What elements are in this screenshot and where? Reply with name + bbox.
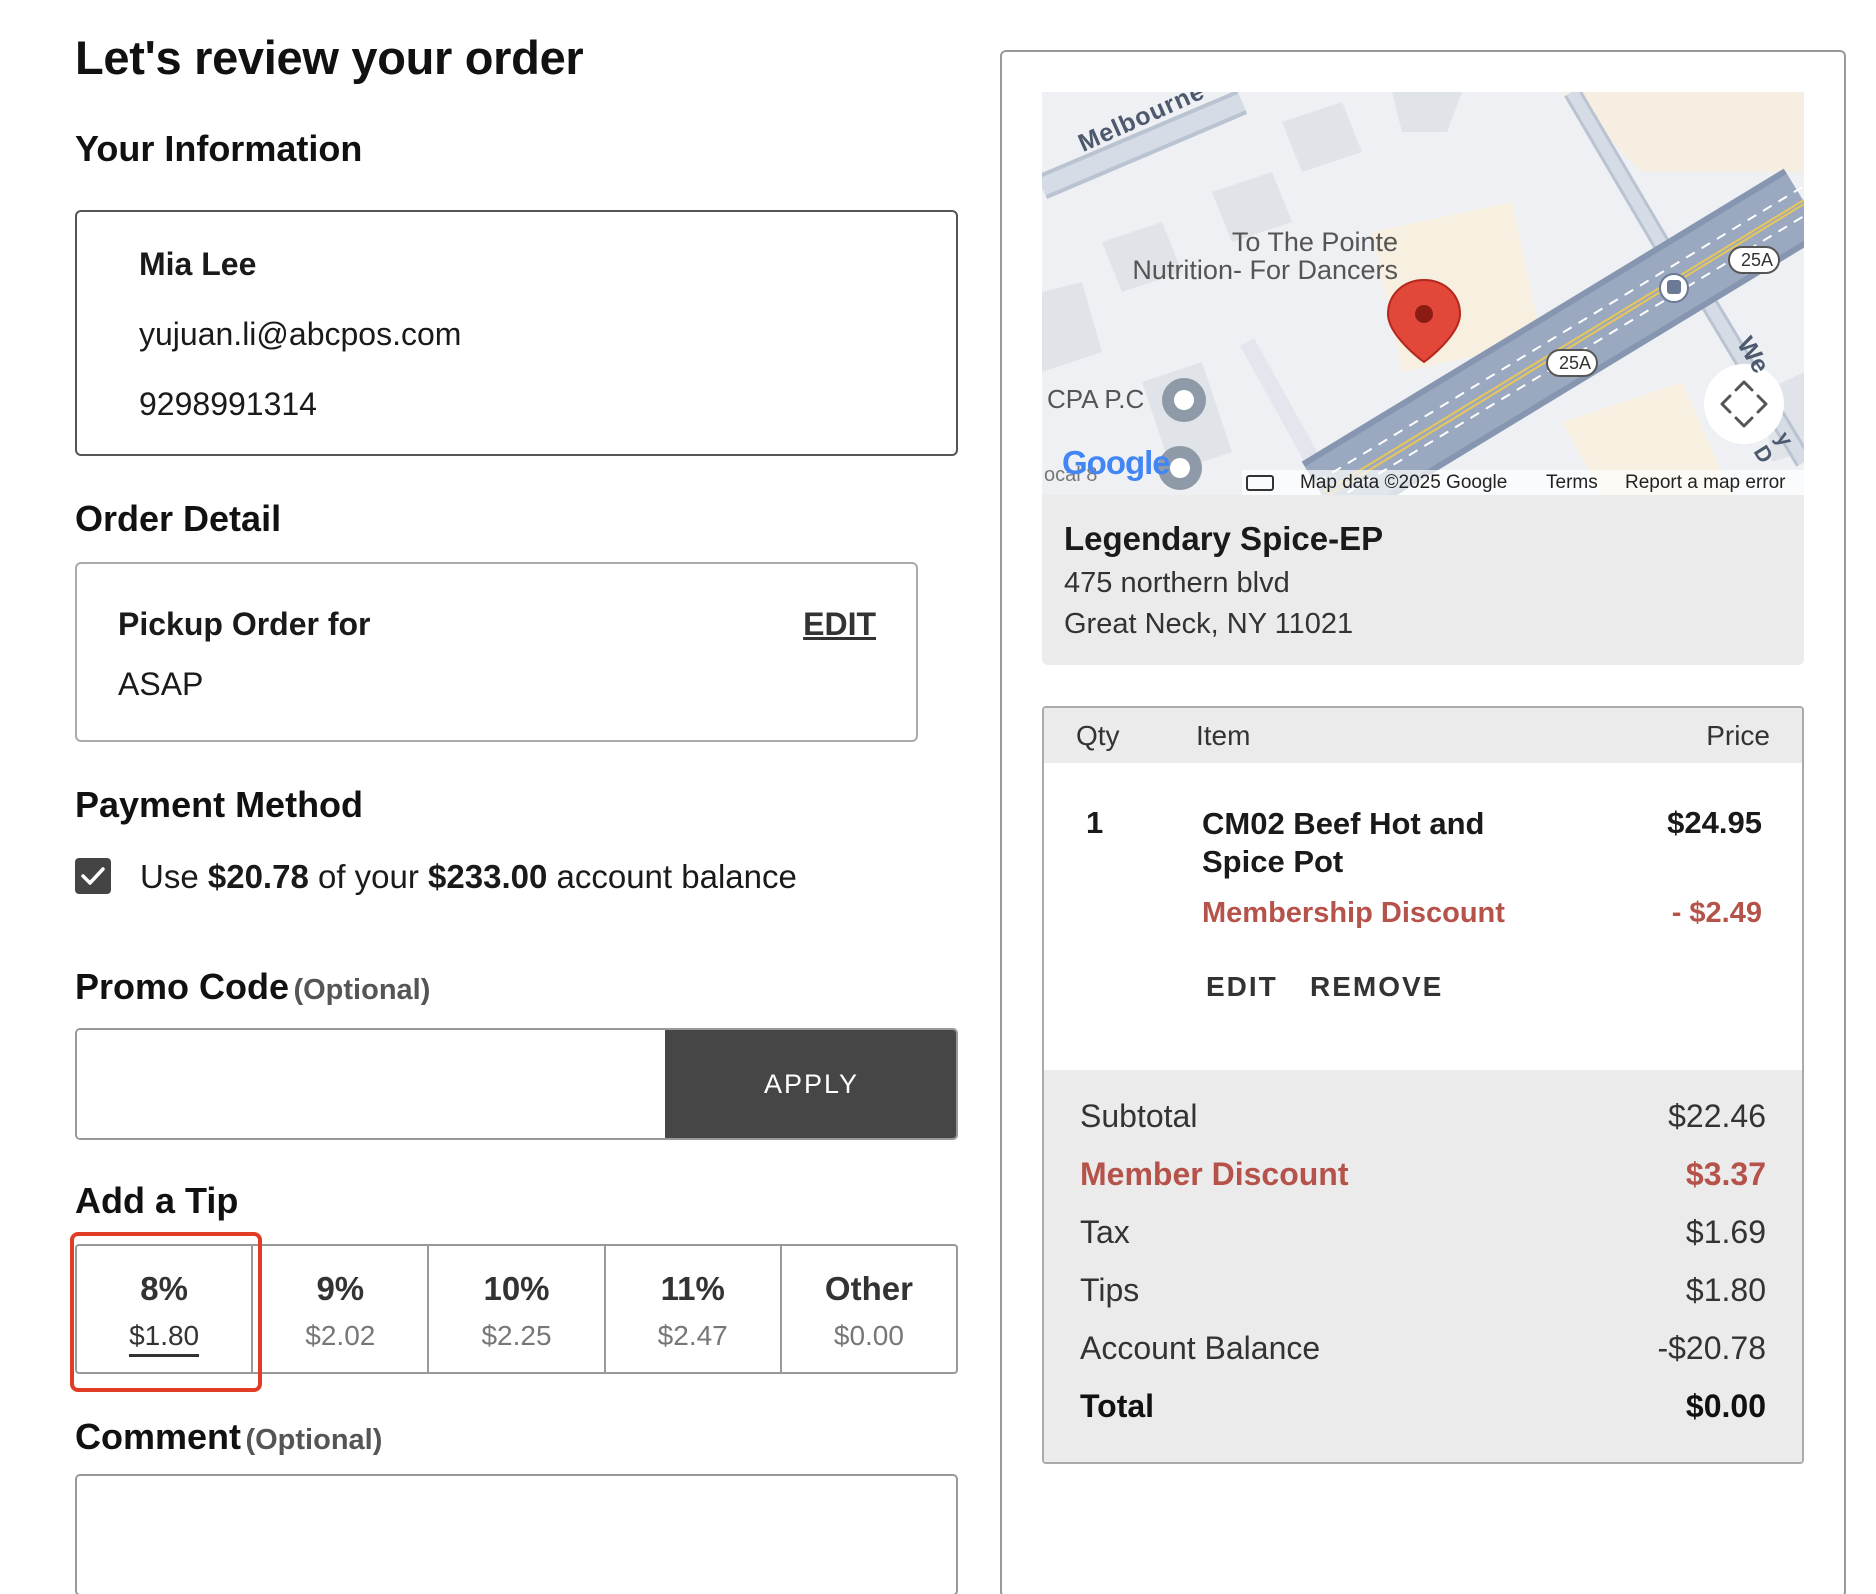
map-attribution: Map data ©2025 Google [1300, 472, 1508, 493]
account-balance-checkbox[interactable] [75, 858, 111, 894]
pickup-time: ASAP [118, 666, 204, 702]
pickup-order-label: Pickup Order for [118, 606, 371, 642]
customer-email: yujuan.li@abcpos.com [139, 316, 462, 352]
map-poi-cpa: CPA P.C [1047, 384, 1145, 414]
subtotal-value: $22.46 [1668, 1098, 1766, 1134]
item-price: $24.95 [1667, 805, 1762, 840]
cart-header-row: Qty Item Price [1044, 708, 1802, 763]
edit-pickup-button[interactable]: EDIT [803, 606, 876, 643]
total-label: Total [1080, 1388, 1155, 1424]
header-item: Item [1196, 720, 1251, 751]
item-discount-label: Membership Discount [1202, 897, 1505, 929]
order-detail-card: Pickup Order for EDIT ASAP [75, 562, 918, 742]
tips-value: $1.80 [1685, 1272, 1766, 1308]
account-balance-label: Account Balance [1080, 1330, 1321, 1366]
promo-code-heading: Promo Code (Optional) [75, 966, 431, 1007]
tips-label: Tips [1080, 1272, 1140, 1308]
checkmark-icon [81, 867, 105, 885]
cart-table: Qty Item Price 1 CM02 Beef Hot and Spice… [1042, 706, 1804, 1464]
selected-indicator [129, 1354, 200, 1357]
item-discount-value: - $2.49 [1671, 897, 1762, 929]
comment-heading: Comment (Optional) [75, 1416, 383, 1457]
member-discount-label: Member Discount [1080, 1156, 1349, 1192]
store-address-line2: Great Neck, NY 11021 [1064, 608, 1354, 640]
account-balance-text: Use $20.78 of your $233.00 account balan… [140, 858, 797, 895]
map-canvas [1042, 92, 1804, 495]
map-place-label-line2: Nutrition- For Dancers [1132, 255, 1398, 285]
payment-method-heading: Payment Method [75, 784, 364, 825]
remove-item-button[interactable]: REMOVE [1310, 971, 1443, 1003]
tax-value: $1.69 [1685, 1214, 1766, 1250]
map-report-error-link[interactable]: Report a map error [1625, 472, 1786, 494]
edit-item-button[interactable]: EDIT [1206, 971, 1278, 1003]
add-tip-heading: Add a Tip [75, 1180, 239, 1221]
member-discount-value: $3.37 [1685, 1156, 1766, 1192]
google-logo: Google [1062, 444, 1171, 481]
balance-use-amount: $20.78 [207, 858, 309, 895]
comment-input[interactable] [75, 1474, 958, 1594]
order-totals: Subtotal $22.46 Member Discount $3.37 Ta… [1044, 1070, 1802, 1462]
tip-option-11[interactable]: 11% $2.47 [606, 1246, 782, 1372]
customer-phone: 9298991314 [139, 386, 317, 422]
order-detail-heading: Order Detail [75, 498, 282, 539]
store-map[interactable]: Melbourne To The Pointe Nutrition- For D… [1042, 92, 1804, 495]
store-info-card: Legendary Spice-EP 475 northern blvd Gre… [1042, 495, 1804, 665]
store-name: Legendary Spice-EP [1064, 520, 1384, 557]
tip-option-10[interactable]: 10% $2.25 [429, 1246, 606, 1372]
promo-code-input[interactable] [77, 1030, 665, 1138]
route-badge-25a-2: 25A [1741, 250, 1774, 270]
store-address-line1: 475 northern blvd [1064, 567, 1290, 599]
map-place-label-line1: To The Pointe [1231, 227, 1398, 257]
tip-options: 8% $1.80 9% $2.02 10% $2.25 11% $2.47 Ot… [75, 1244, 958, 1374]
customer-name: Mia Lee [139, 246, 257, 282]
account-balance-total: $233.00 [428, 858, 548, 895]
page-title: Let's review your order [75, 31, 584, 84]
customer-info-card: Mia Lee yujuan.li@abcpos.com 9298991314 [75, 210, 958, 456]
route-badge-25a: 25A [1559, 353, 1592, 373]
account-balance-value: -$20.78 [1657, 1330, 1766, 1366]
tip-option-8[interactable]: 8% $1.80 [77, 1246, 254, 1372]
apply-promo-button[interactable]: APPLY [665, 1030, 956, 1138]
header-price: Price [1706, 720, 1770, 751]
subtotal-label: Subtotal [1080, 1098, 1198, 1134]
tax-label: Tax [1080, 1214, 1130, 1250]
map-terms-link[interactable]: Terms [1546, 472, 1598, 494]
tip-option-other[interactable]: Other $0.00 [782, 1246, 956, 1372]
total-value: $0.00 [1685, 1388, 1766, 1424]
tip-option-9[interactable]: 9% $2.02 [253, 1246, 430, 1372]
item-name: CM02 Beef Hot and Spice Pot [1202, 806, 1485, 879]
item-qty: 1 [1086, 805, 1104, 840]
header-qty: Qty [1076, 720, 1120, 751]
cart-item-row: 1 CM02 Beef Hot and Spice Pot $24.95 Mem… [1044, 763, 1802, 1070]
your-information-heading: Your Information [75, 128, 363, 169]
promo-code-group: APPLY [75, 1028, 958, 1140]
